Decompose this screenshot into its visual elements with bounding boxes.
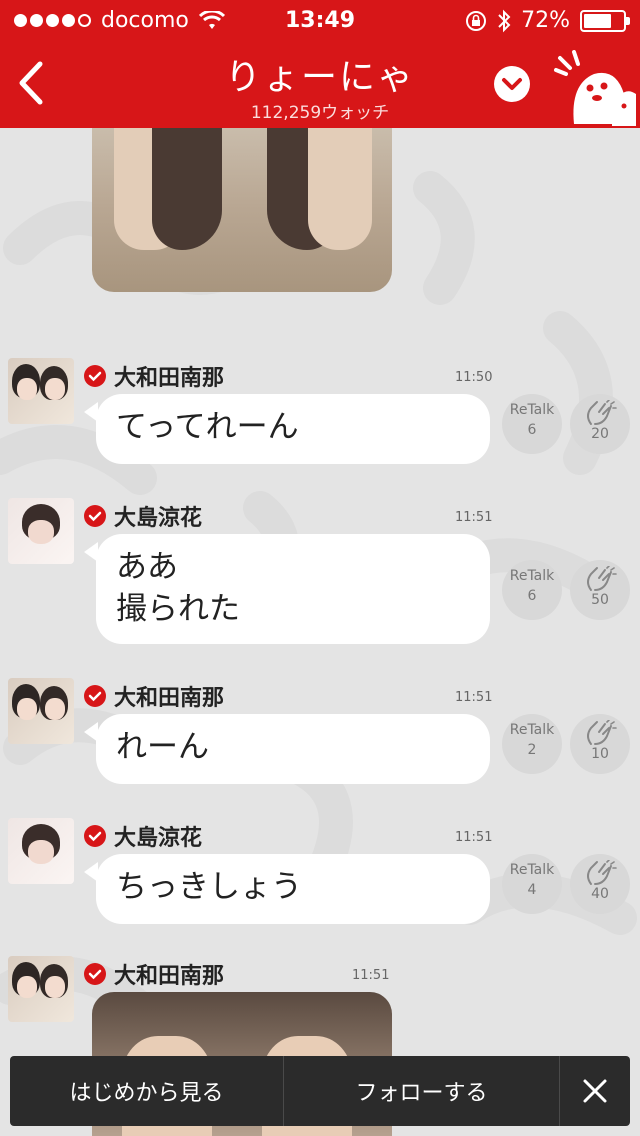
clap-button[interactable]: 50 [570,560,630,620]
shared-photo[interactable] [92,100,392,292]
clap-hands-icon [587,566,617,591]
verified-check-icon [84,685,106,707]
retalk-count: 4 [527,882,537,898]
clap-count: 50 [591,592,609,608]
verified-check-icon [84,505,106,527]
avatar[interactable] [8,818,74,884]
retalk-count: 6 [527,588,537,604]
follow-button[interactable]: フォローする [284,1056,560,1126]
retalk-label: ReTalk [509,862,555,878]
back-arrow-icon[interactable] [12,58,52,108]
message-time: 11:51 [455,510,493,525]
chat-message: 大島涼花 11:51 ちっきしょう ReTalk 4 40 [0,818,640,948]
message-bubble[interactable]: ああ 撮られた [84,534,490,644]
battery-icon [580,9,630,32]
avatar[interactable] [8,956,74,1022]
clap-hands-icon [587,860,617,885]
clap-button[interactable]: 40 [570,854,630,914]
retalk-button[interactable]: ReTalk 6 [502,394,562,454]
clap-count: 40 [591,886,609,902]
avatar[interactable] [8,358,74,424]
chat-message: 大島涼花 11:51 ああ 撮られた ReTalk 6 50 [0,498,640,644]
retalk-label: ReTalk [509,722,555,738]
clap-hands-icon [587,720,617,745]
retalk-count: 2 [527,742,537,758]
app-header: docomo 13:49 72% りょーにゃ 112,259ウォッチ [0,0,640,128]
retalk-label: ReTalk [509,402,555,418]
retalk-button[interactable]: ReTalk 2 [502,714,562,774]
avatar[interactable] [8,678,74,744]
dropdown-button[interactable] [494,66,530,102]
close-button[interactable] [560,1056,630,1126]
clap-hands-icon [587,400,617,425]
chevron-down-icon [502,78,522,90]
watch-count: 112,259ウォッチ [250,103,390,123]
bluetooth-icon [498,9,511,32]
retalk-button[interactable]: ReTalk 6 [502,560,562,620]
clap-count: 20 [591,426,609,442]
sender-name: 大和田南那 [114,686,225,711]
message-bubble[interactable]: ちっきしょう [84,854,490,924]
chat-message: 大和田南那 11:51 れーん ReTalk 2 10 [0,678,640,808]
retalk-label: ReTalk [509,568,555,584]
page-title: りょーにゃ [224,57,415,98]
clap-button[interactable]: 10 [570,714,630,774]
message-time: 11:51 [455,830,493,845]
sender-name: 大和田南那 [114,366,225,391]
message-time: 11:51 [352,968,390,983]
battery-percent: 72% [521,8,570,33]
status-right: 72% [465,8,630,33]
sender-info: 大和田南那 [84,958,224,990]
mascot-icon[interactable] [552,50,638,126]
sender-info: 大島涼花 [84,820,202,852]
sender-info: 大島涼花 [84,500,202,532]
clap-button[interactable]: 20 [570,394,630,454]
clap-count: 10 [591,746,609,762]
message-bubble[interactable]: れーん [84,714,490,784]
avatar[interactable] [8,498,74,564]
watch-from-start-button[interactable]: はじめから見る [10,1056,284,1126]
message-time: 11:51 [455,690,493,705]
rotation-lock-icon [466,10,487,31]
bottom-toolbar: はじめから見る フォローする [10,1056,630,1126]
sender-info: 大和田南那 [84,360,224,392]
sender-name: 大島涼花 [114,506,203,531]
sender-name: 大島涼花 [114,826,203,851]
message-bubble[interactable]: てってれーん [84,394,490,464]
status-bar: docomo 13:49 72% [0,0,640,40]
verified-check-icon [84,365,106,387]
message-time: 11:50 [455,370,493,385]
verified-check-icon [84,825,106,847]
retalk-button[interactable]: ReTalk 4 [502,854,562,914]
retalk-count: 6 [527,422,537,438]
sender-info: 大和田南那 [84,680,224,712]
verified-check-icon [84,963,106,985]
sender-name: 大和田南那 [114,964,225,989]
close-icon [583,1079,607,1103]
chat-message: 大和田南那 11:50 てってれーん ReTalk 6 20 [0,358,640,488]
